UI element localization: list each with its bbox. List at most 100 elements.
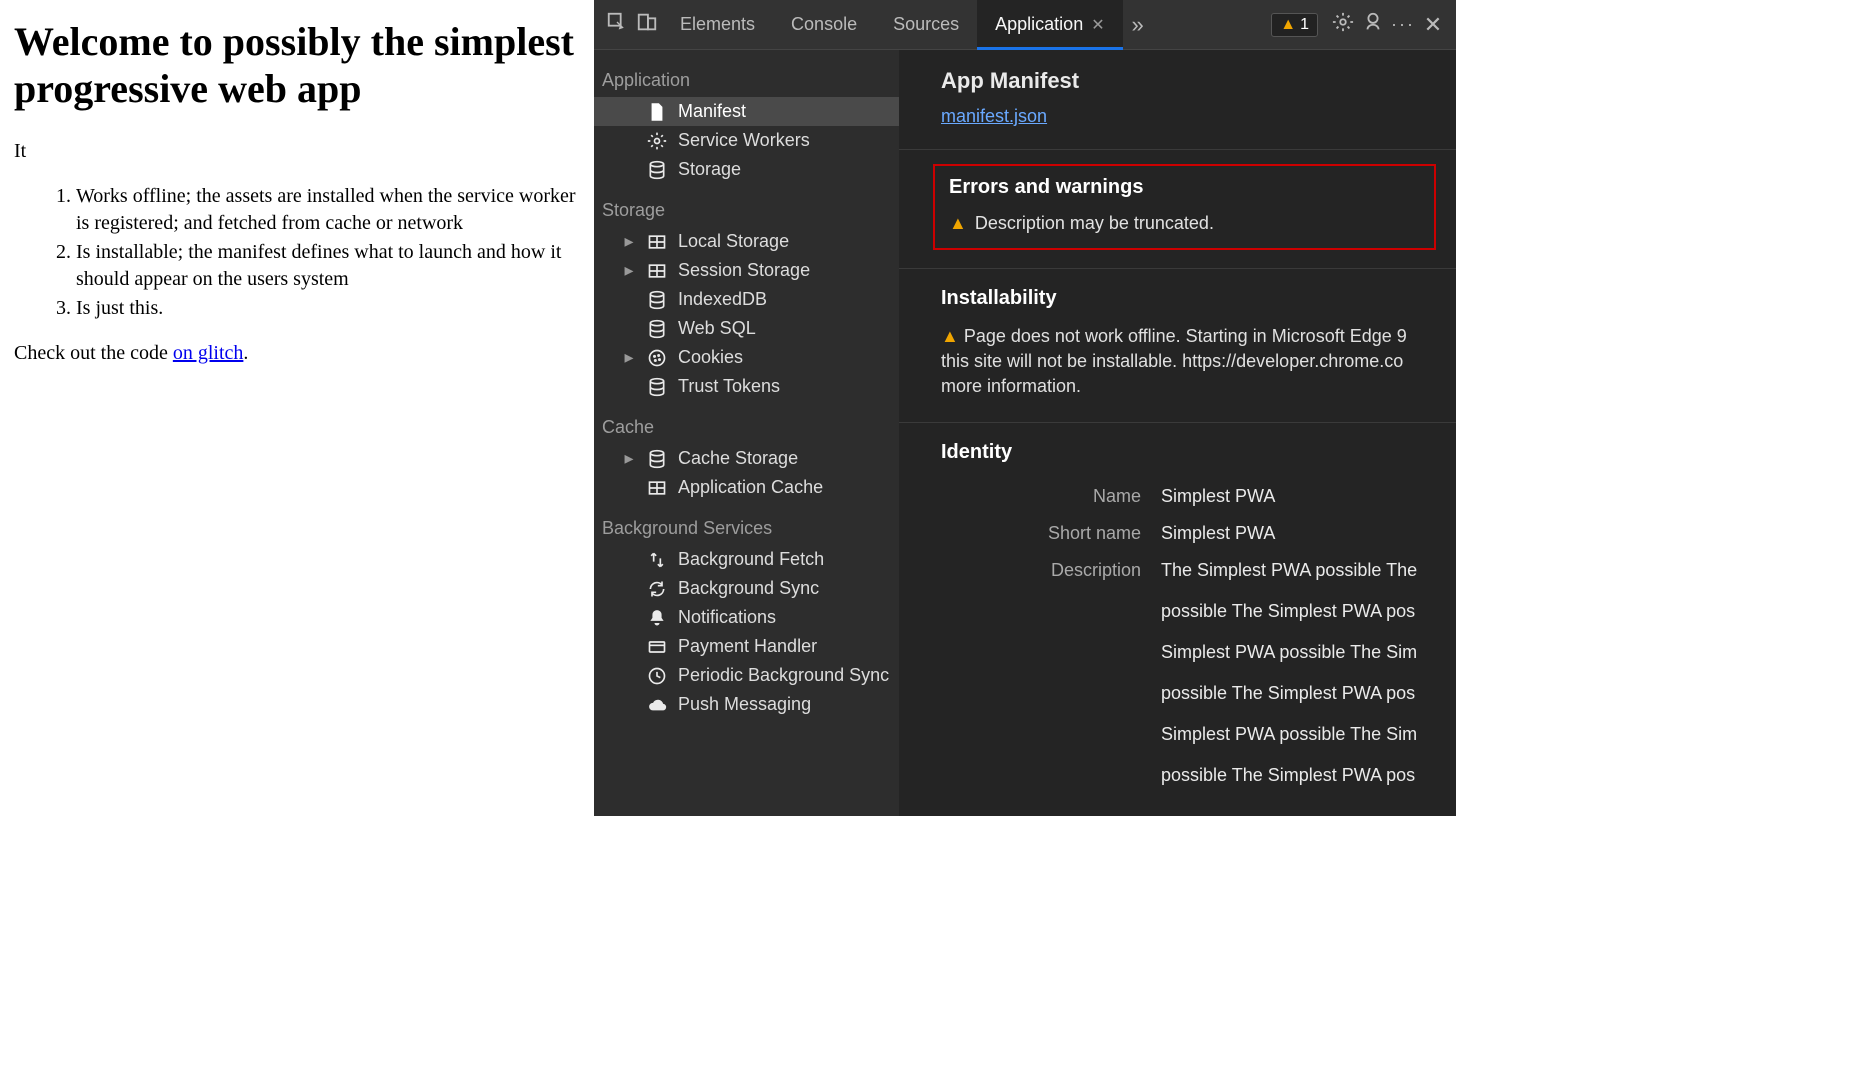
sidebar-item-label: Session Storage (678, 260, 810, 281)
tab-elements[interactable]: Elements (662, 0, 773, 49)
sidebar-item-label: Storage (678, 159, 741, 180)
outro-prefix: Check out the code (14, 342, 173, 364)
installability-section: Installability ▲ Page does not work offl… (899, 269, 1456, 423)
group-storage: Storage (594, 184, 899, 227)
tab-application[interactable]: Application ✕ (977, 0, 1122, 49)
sidebar-item-cache-storage[interactable]: ▸Cache Storage (594, 444, 899, 473)
page-intro: It (14, 140, 584, 163)
installability-message: ▲ Page does not work offline. Starting i… (941, 324, 1432, 400)
error-message: Description may be truncated. (975, 213, 1214, 234)
sidebar-item-service-workers[interactable]: ▸Service Workers (594, 126, 899, 155)
identity-section: Identity Name Simplest PWA Short name Si… (899, 423, 1456, 816)
devtools: Elements Console Sources Application ✕ »… (594, 0, 1456, 816)
description-line: possible The Simplest PWA pos (1161, 765, 1432, 786)
warning-triangle-icon: ▲ (941, 326, 959, 346)
warning-triangle-icon: ▲ (949, 213, 967, 234)
file-icon (646, 102, 668, 122)
detail-title: App Manifest (941, 68, 1432, 94)
grid-icon (646, 232, 668, 252)
clock-icon (646, 666, 668, 686)
cookie-icon (646, 348, 668, 368)
bell-icon (646, 608, 668, 628)
sidebar-item-application-cache[interactable]: ▸Application Cache (594, 473, 899, 502)
errors-highlight-box: Errors and warnings ▲ Description may be… (933, 164, 1436, 250)
sidebar-item-label: Periodic Background Sync (678, 665, 889, 686)
sidebar-item-background-sync[interactable]: ▸Background Sync (594, 574, 899, 603)
sidebar-item-indexeddb[interactable]: ▸IndexedDB (594, 285, 899, 314)
identity-shortname-row: Short name Simplest PWA (941, 515, 1432, 552)
sidebar-item-cookies[interactable]: ▸ Cookies (594, 343, 899, 372)
manifest-json-link[interactable]: manifest.json (941, 106, 1047, 126)
description-line: Simplest PWA possible The Sim (1161, 724, 1432, 745)
rendered-page: Welcome to possibly the simplest progres… (0, 0, 594, 816)
sidebar-item-label: Push Messaging (678, 694, 811, 715)
updown-icon (646, 550, 668, 570)
warnings-pill[interactable]: ▲ 1 (1271, 13, 1318, 37)
error-row: ▲ Description may be truncated. (949, 213, 1420, 234)
sidebar-item-periodic-background-sync[interactable]: ▸Periodic Background Sync (594, 661, 899, 690)
identity-description-label: Description (941, 560, 1141, 786)
description-line: possible The Simplest PWA pos (1161, 601, 1432, 622)
sidebar-item-storage[interactable]: ▸Storage (594, 155, 899, 184)
warning-count: 1 (1300, 16, 1309, 34)
identity-name-label: Name (941, 486, 1141, 507)
identity-name-row: Name Simplest PWA (941, 478, 1432, 515)
sidebar-item-trust-tokens[interactable]: ▸Trust Tokens (594, 372, 899, 401)
inspect-icon[interactable] (602, 11, 632, 38)
more-tabs-icon[interactable]: » (1123, 12, 1153, 38)
glitch-link[interactable]: on glitch (173, 342, 244, 364)
list-item: Is installable; the manifest defines wha… (76, 239, 584, 293)
installability-title: Installability (941, 287, 1432, 310)
list-item: Is just this. (76, 295, 584, 322)
card-icon (646, 637, 668, 657)
sidebar-item-label: Trust Tokens (678, 376, 780, 397)
identity-name-value: Simplest PWA (1161, 486, 1432, 507)
sidebar-item-label: Cookies (678, 347, 743, 368)
devtools-tabs: Elements Console Sources Application ✕ »… (594, 0, 1456, 50)
settings-gear-icon[interactable] (1328, 11, 1358, 38)
sidebar-item-payment-handler[interactable]: ▸Payment Handler (594, 632, 899, 661)
db-icon (646, 449, 668, 469)
sidebar-item-label: Manifest (678, 101, 746, 122)
description-line: possible The Simplest PWA pos (1161, 683, 1432, 704)
grid-icon (646, 261, 668, 281)
tab-sources[interactable]: Sources (875, 0, 977, 49)
sidebar-item-session-storage[interactable]: ▸ Session Storage (594, 256, 899, 285)
errors-warnings-section: Errors and warnings ▲ Description may be… (899, 150, 1456, 269)
disclosure-triangle-icon: ▸ (622, 260, 636, 281)
device-toggle-icon[interactable] (632, 11, 662, 38)
manifest-header: App Manifest manifest.json (899, 50, 1456, 150)
sidebar-item-manifest[interactable]: ▸Manifest (594, 97, 899, 126)
description-line: Simplest PWA possible The Sim (1161, 642, 1432, 663)
kebab-menu-icon[interactable]: ··· (1388, 14, 1418, 35)
tab-close-icon[interactable]: ✕ (1091, 15, 1104, 35)
sidebar-item-local-storage[interactable]: ▸Local Storage (594, 227, 899, 256)
group-cache: Cache (594, 401, 899, 444)
sidebar-item-web-sql[interactable]: ▸Web SQL (594, 314, 899, 343)
sidebar-item-label: Notifications (678, 607, 776, 628)
identity-shortname-value: Simplest PWA (1161, 523, 1432, 544)
feedback-icon[interactable] (1358, 11, 1388, 38)
sidebar-item-label: Payment Handler (678, 636, 817, 657)
disclosure-triangle-icon: ▸ (622, 347, 636, 368)
sidebar-item-label: Service Workers (678, 130, 810, 151)
sidebar-item-notifications[interactable]: ▸Notifications (594, 603, 899, 632)
sidebar-item-background-fetch[interactable]: ▸Background Fetch (594, 545, 899, 574)
description-line: The Simplest PWA possible The (1161, 560, 1432, 581)
tab-console[interactable]: Console (773, 0, 875, 49)
list-item: Works offline; the assets are installed … (76, 183, 584, 237)
disclosure-triangle-icon: ▸ (622, 448, 636, 469)
group-bgservices: Background Services (594, 502, 899, 545)
sidebar-item-push-messaging[interactable]: ▸Push Messaging (594, 690, 899, 719)
db-icon (646, 319, 668, 339)
close-devtools-icon[interactable]: ✕ (1418, 12, 1448, 38)
sidebar-item-label: Application Cache (678, 477, 823, 498)
grid-icon (646, 478, 668, 498)
sync-icon (646, 579, 668, 599)
db-icon (646, 377, 668, 397)
sidebar-item-label: Web SQL (678, 318, 756, 339)
outro-suffix: . (243, 342, 248, 364)
warning-triangle-icon: ▲ (1280, 16, 1296, 34)
db-icon (646, 160, 668, 180)
sidebar-item-label: Background Sync (678, 578, 819, 599)
